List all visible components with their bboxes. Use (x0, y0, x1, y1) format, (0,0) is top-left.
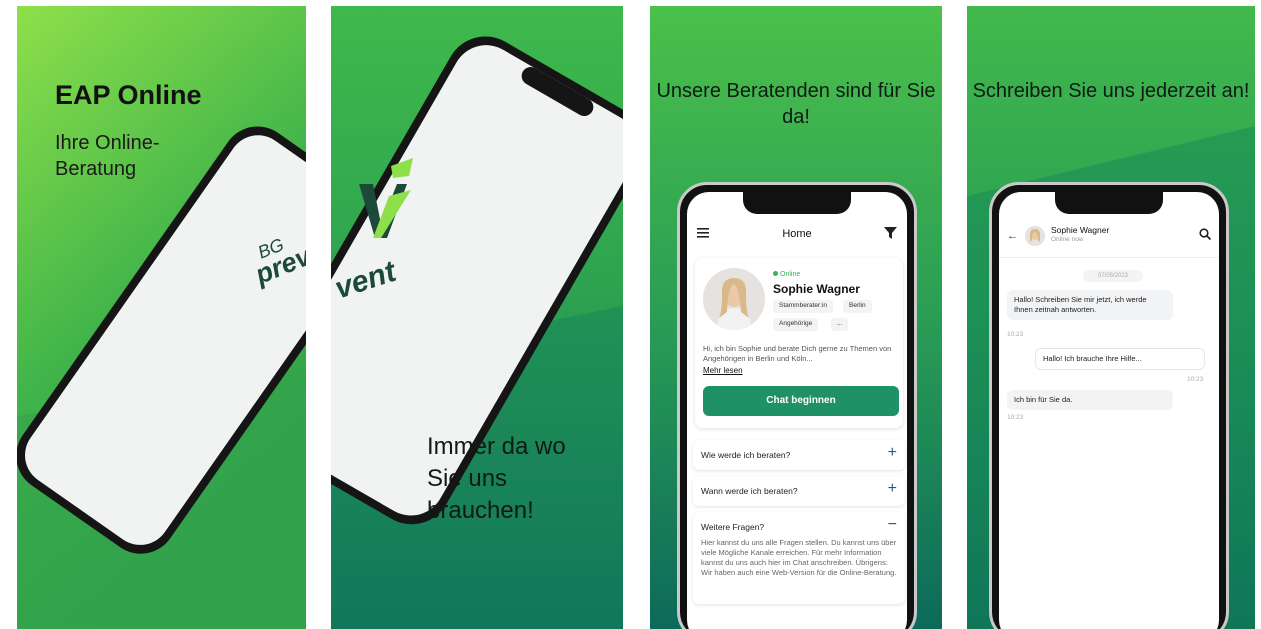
screenshot-panel-1: EAP Online Ihre Online-Beratung BG prev (17, 6, 306, 629)
message-outgoing-1: Hallo! Ich brauche Ihre Hilfe... (1035, 348, 1205, 370)
message-incoming-2: Ich bin für Sie da. (1007, 390, 1173, 410)
panel-4-headline: Schreiben Sie uns jederzeit an! (972, 80, 1250, 102)
collapse-icon[interactable]: − (888, 516, 897, 534)
online-dot (773, 271, 778, 276)
faq-question-1: Wie werde ich beraten? (701, 450, 791, 460)
start-chat-button[interactable]: Chat beginnen (703, 386, 899, 416)
faq-question-2: Wann werde ich beraten? (701, 486, 798, 496)
screenshot-panel-3: Unsere Beratenden sind für Sie da! Home (650, 6, 942, 629)
faq-answer-3: Hier kannst du uns alle Fragen stellen. … (701, 538, 897, 577)
tag-berlin: Berlin (843, 300, 872, 313)
faq-item-2[interactable]: Wann werde ich beraten? + (693, 476, 905, 506)
chat-contact-name: Sophie Wagner (1051, 225, 1110, 235)
faq-question-3: Weitere Fragen? (701, 522, 765, 532)
tag-angehoerige: Angehörige (773, 318, 819, 331)
message-time-1: 10:23 (1007, 331, 1024, 338)
chat-header: ← Sophie Wagner Online now (999, 218, 1219, 258)
filter-icon[interactable] (884, 227, 897, 239)
back-arrow-icon[interactable]: ← (1007, 230, 1018, 242)
home-screen: Home Online Sophie Wagner Stammberater:i… (687, 192, 907, 629)
app-store-screenshots: EAP Online Ihre Online-Beratung BG prev (0, 0, 1261, 629)
phone-screen: Home Online Sophie Wagner Stammberater:i… (687, 192, 907, 629)
counselor-card: Online Sophie Wagner Stammberater:in Ber… (695, 258, 903, 428)
app-title: EAP Online (55, 80, 202, 110)
message-time-3: 10:23 (1007, 414, 1024, 421)
phone-screen: ← Sophie Wagner Online now 07/05/2023 Ha… (999, 192, 1219, 629)
phone-frame: ← Sophie Wagner Online now 07/05/2023 Ha… (989, 182, 1229, 629)
panel-3-headline: Unsere Beratenden sind für Sie da! (656, 80, 936, 128)
chat-contact-status: Online now (1051, 236, 1084, 243)
faq-item-1[interactable]: Wie werde ich beraten? + (693, 440, 905, 470)
online-label: Online (780, 271, 801, 278)
panel-2-background (331, 6, 623, 629)
counselor-bio: Hi, ich bin Sophie und berate Dich gerne… (703, 344, 892, 363)
screenshot-panel-4: Schreiben Sie uns jederzeit an! ← Sophie… (967, 6, 1255, 629)
chat-screen: ← Sophie Wagner Online now 07/05/2023 Ha… (999, 192, 1219, 629)
counselor-avatar (703, 268, 765, 330)
panel-2-tagline: Immer da wo Sie uns brauchen! (427, 433, 566, 524)
search-icon[interactable] (1199, 228, 1211, 240)
phone-frame: Home Online Sophie Wagner Stammberater:i… (677, 182, 917, 629)
date-separator: 07/05/2023 (1083, 270, 1143, 282)
online-status: Online (773, 271, 800, 278)
page-title: Home (782, 228, 812, 240)
expand-icon[interactable]: + (888, 480, 897, 498)
read-more-link[interactable]: Mehr lesen (703, 366, 743, 375)
chat-avatar (1025, 226, 1045, 246)
expand-icon[interactable]: + (888, 444, 897, 462)
top-bar: Home (687, 222, 907, 248)
faq-item-3[interactable]: Weitere Fragen? − Hier kannst du uns all… (693, 512, 905, 604)
screenshot-panel-2: vent Immer da wo Sie uns brauchen! (331, 6, 623, 629)
message-incoming-1: Hallo! Schreiben Sie mir jetzt, ich werd… (1007, 290, 1173, 320)
tag-stammberater: Stammberater:in (773, 300, 834, 313)
tag-more: ... (831, 318, 849, 331)
message-time-2: 10:23 (1187, 376, 1204, 383)
counselor-name: Sophie Wagner (773, 282, 860, 296)
app-subtitle: Ihre Online-Beratung (55, 132, 160, 180)
